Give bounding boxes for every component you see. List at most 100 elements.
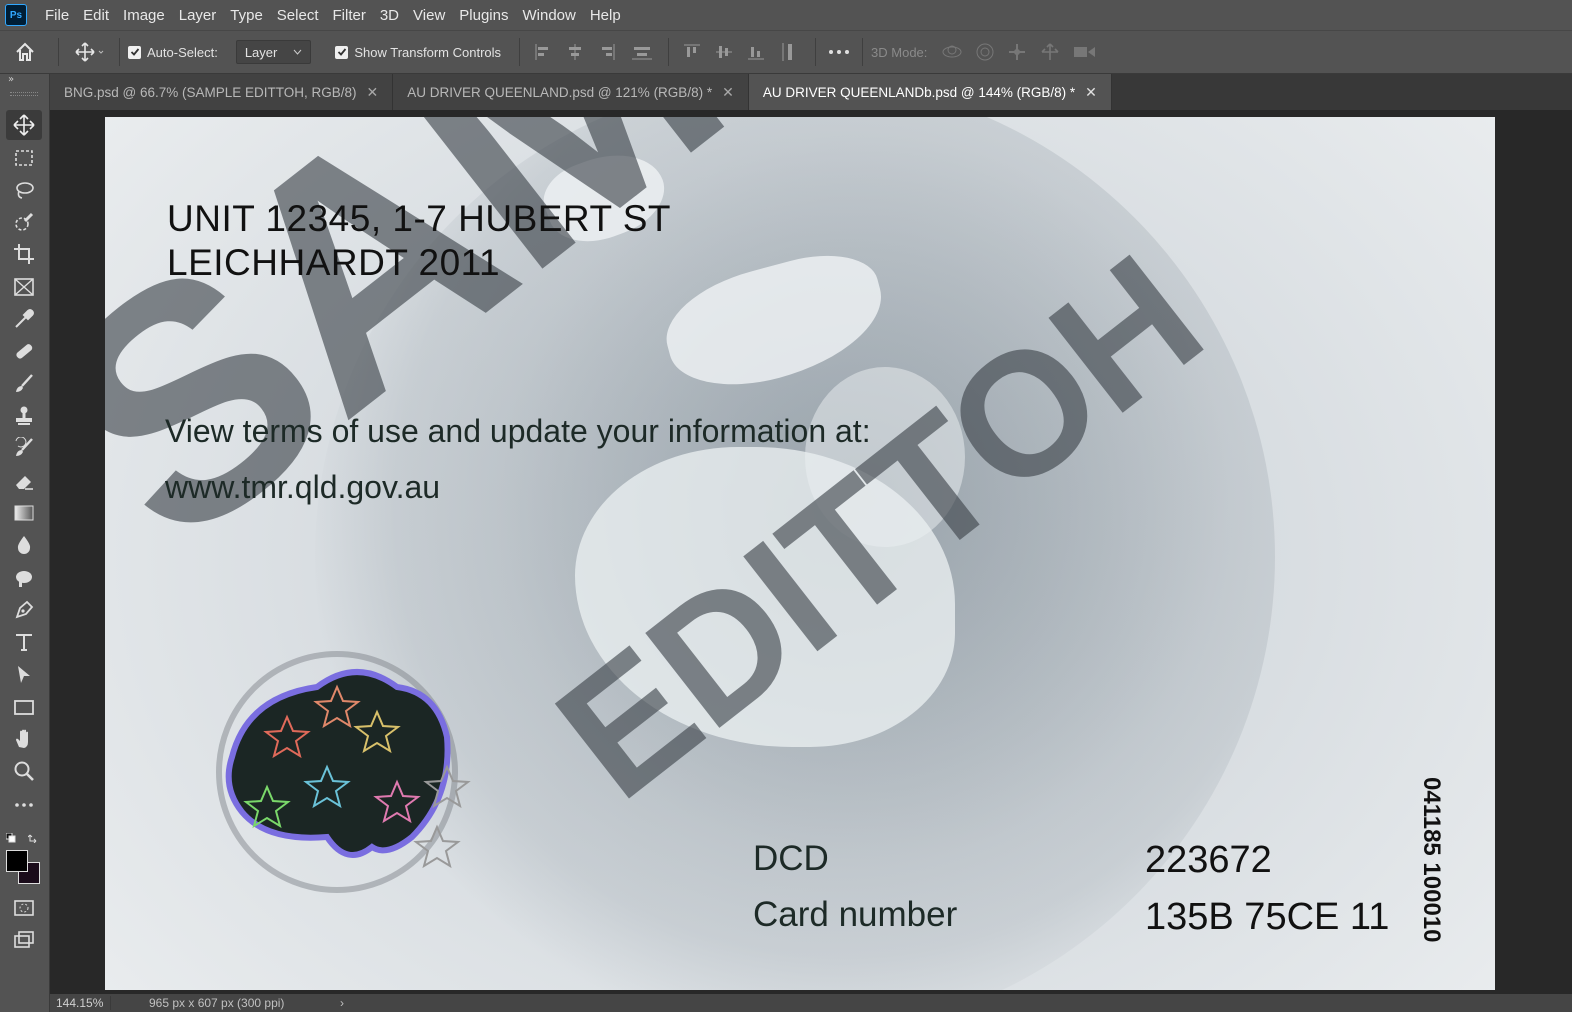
quick-select-tool-icon[interactable] (6, 207, 42, 237)
hologram-australia-emblem (216, 651, 471, 893)
chevron-down-icon (293, 49, 302, 55)
type-tool-icon[interactable] (6, 627, 42, 657)
menu-layer[interactable]: Layer (173, 7, 225, 24)
document-tabs: BNG.psd @ 66.7% (SAMPLE EDITTOH, RGB/8) … (50, 74, 1572, 110)
auto-select-label: Auto-Select: (147, 44, 218, 60)
healing-tool-icon[interactable] (6, 336, 42, 366)
history-brush-tool-icon[interactable] (6, 433, 42, 463)
separator (862, 38, 864, 66)
show-transform-label: Show Transform Controls (354, 44, 502, 60)
close-icon[interactable]: ✕ (367, 84, 379, 101)
dcd-value: 223672 (1145, 839, 1272, 881)
separator (119, 38, 120, 66)
more-tools-icon[interactable] (6, 790, 42, 820)
status-bar: 144.15% 965 px x 607 px (300 ppi) › (50, 994, 1572, 1012)
scale-3d-icon[interactable] (1073, 44, 1097, 60)
menu-file[interactable]: File (39, 7, 77, 24)
canvas-area[interactable]: SAMPLE EDITTOH UNIT 12345, 1-7 HUBERT ST… (50, 110, 1572, 994)
tab-bng[interactable]: BNG.psd @ 66.7% (SAMPLE EDITTOH, RGB/8) … (50, 74, 394, 110)
align-top-icon[interactable] (683, 43, 701, 61)
home-icon[interactable] (0, 41, 50, 63)
tab-label: AU DRIVER QUEENLAND.psd @ 121% (RGB/8) * (407, 84, 713, 100)
default-colors-icon[interactable] (5, 828, 16, 843)
tab-au-driver-queenland[interactable]: AU DRIVER QUEENLAND.psd @ 121% (RGB/8) *… (393, 74, 749, 110)
document-canvas[interactable]: SAMPLE EDITTOH UNIT 12345, 1-7 HUBERT ST… (105, 117, 1495, 990)
separator (668, 38, 670, 66)
document-info: 965 px x 607 px (300 ppi) (110, 996, 340, 1010)
align-center-icon[interactable] (566, 43, 584, 61)
foreground-color-swatch[interactable] (6, 850, 28, 872)
dodge-tool-icon[interactable] (6, 563, 42, 593)
lasso-tool-icon[interactable] (6, 175, 42, 205)
card-number-value: 135B 75CE 11 (1145, 896, 1390, 938)
menu-3d[interactable]: 3D (374, 7, 407, 24)
menu-bar: Ps File Edit Image Layer Type Select Fil… (0, 0, 1572, 30)
move-tool-icon[interactable] (6, 110, 42, 140)
tab-label: AU DRIVER QUEENLANDb.psd @ 144% (RGB/8) … (762, 84, 1076, 100)
align-right-icon[interactable] (598, 43, 616, 61)
separator (58, 38, 59, 66)
path-select-tool-icon[interactable] (6, 660, 42, 690)
orbit-3d-icon[interactable] (941, 42, 963, 62)
align-bottom-icon[interactable] (747, 43, 765, 61)
side-serial-number: 041185 100010 (1418, 777, 1445, 943)
gradient-tool-icon[interactable] (6, 498, 42, 528)
menu-select[interactable]: Select (271, 7, 327, 24)
website-url: www.tmr.qld.gov.au (165, 469, 441, 505)
align-middle-icon[interactable] (715, 43, 733, 61)
3d-mode-group (941, 42, 1097, 62)
distribute-vertical-icon[interactable] (779, 42, 801, 62)
menu-image[interactable]: Image (117, 7, 173, 24)
menu-type[interactable]: Type (224, 7, 271, 24)
rectangle-tool-icon[interactable] (6, 692, 42, 722)
menu-window[interactable]: Window (516, 7, 583, 24)
more-options-icon[interactable] (824, 49, 854, 55)
show-transform-checkbox[interactable] (335, 45, 349, 59)
distribute-horizontal-icon[interactable] (630, 43, 654, 61)
card-number-label: Card number (753, 895, 958, 934)
blur-tool-icon[interactable] (6, 530, 42, 560)
dcd-label: DCD (753, 839, 829, 878)
hand-tool-icon[interactable] (6, 724, 42, 754)
stamp-tool-icon[interactable] (6, 401, 42, 431)
zoom-level[interactable]: 144.15% (50, 996, 110, 1010)
close-icon[interactable]: ✕ (722, 84, 734, 101)
menu-plugins[interactable]: Plugins (453, 7, 516, 24)
address-line-1: UNIT 12345, 1-7 HUBERT ST (167, 198, 671, 239)
roll-3d-icon[interactable] (975, 42, 995, 62)
status-menu-arrow-icon[interactable]: › (340, 996, 344, 1010)
menu-filter[interactable]: Filter (327, 7, 374, 24)
address-line-2: LEICHHARDT 2011 (167, 242, 501, 283)
eyedropper-tool-icon[interactable] (6, 304, 42, 334)
panel-grip[interactable] (10, 92, 38, 96)
marquee-tool-icon[interactable] (6, 143, 42, 173)
auto-select-target-dropdown[interactable]: Layer (235, 40, 312, 64)
slide-3d-icon[interactable] (1039, 42, 1061, 62)
pen-tool-icon[interactable] (6, 595, 42, 625)
swap-colors-icon[interactable] (27, 828, 40, 844)
brush-tool-icon[interactable] (6, 369, 42, 399)
screen-mode-icon[interactable] (6, 925, 42, 955)
tools-panel: » (0, 74, 50, 1012)
options-bar: Auto-Select: Layer Show Transform Contro… (0, 30, 1572, 74)
close-icon[interactable]: ✕ (1085, 84, 1097, 101)
zoom-tool-icon[interactable] (6, 756, 42, 786)
quick-mask-icon[interactable] (6, 893, 42, 923)
align-group (528, 43, 660, 61)
3d-mode-label: 3D Mode: (871, 44, 928, 60)
menu-help[interactable]: Help (584, 7, 629, 24)
tab-au-driver-queenlandb[interactable]: AU DRIVER QUEENLANDb.psd @ 144% (RGB/8) … (748, 74, 1112, 110)
menu-view[interactable]: View (407, 7, 453, 24)
frame-tool-icon[interactable] (6, 272, 42, 302)
collapse-panel-icon[interactable]: » (8, 74, 14, 85)
separator (815, 38, 817, 66)
menu-edit[interactable]: Edit (77, 7, 117, 24)
address-block: UNIT 12345, 1-7 HUBERT ST LEICHHARDT 201… (167, 197, 671, 285)
crop-tool-icon[interactable] (6, 239, 42, 269)
align-left-icon[interactable] (534, 43, 552, 61)
photoshop-logo-icon: Ps (5, 4, 27, 26)
eraser-tool-icon[interactable] (6, 466, 42, 496)
move-tool-preset-icon[interactable] (67, 41, 111, 63)
auto-select-checkbox[interactable] (128, 45, 141, 59)
pan-3d-icon[interactable] (1007, 42, 1027, 62)
